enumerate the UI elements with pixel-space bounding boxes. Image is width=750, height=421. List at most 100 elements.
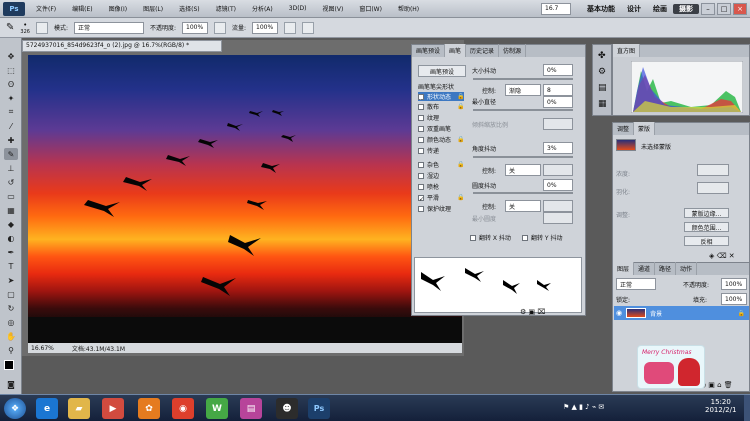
density-field[interactable] <box>697 164 729 176</box>
lock-icon[interactable]: 🔒 <box>457 103 464 110</box>
document-tab[interactable]: 5724937016_854d9623f4_o (2).jpg @ 16.7%(… <box>22 40 222 52</box>
size-jitter-field[interactable]: 0% <box>543 64 573 76</box>
show-desktop-button[interactable] <box>744 395 750 421</box>
lasso-tool-icon[interactable]: ʘ <box>4 78 18 90</box>
invert-button[interactable]: 反相 <box>684 236 729 246</box>
angle-jitter-slider[interactable] <box>473 156 573 158</box>
mask-edge-button[interactable]: 蒙版边缘... <box>684 208 729 218</box>
hand-tool-icon[interactable]: ✋ <box>4 330 18 342</box>
workspace-design[interactable]: 设计 <box>621 4 647 14</box>
type-tool-icon[interactable]: T <box>4 260 18 272</box>
menu-help[interactable]: 帮助(H) <box>393 4 424 13</box>
min-diameter-slider[interactable] <box>473 109 573 111</box>
menu-analysis[interactable]: 分析(A) <box>247 4 278 13</box>
marquee-tool-icon[interactable]: ⬚ <box>4 64 18 76</box>
qq-icon[interactable]: ☻ <box>276 398 298 419</box>
quick-select-tool-icon[interactable]: ✦ <box>4 92 18 104</box>
wps-icon[interactable]: W <box>206 398 228 419</box>
lock-icon[interactable]: 🔒 <box>457 194 464 201</box>
minimize-button[interactable]: – <box>701 2 715 15</box>
roundness-jitter-slider[interactable] <box>473 192 573 194</box>
tray-icons[interactable]: ⚑ ▲ ▮ ♪ ⌁ ✉ <box>563 403 604 411</box>
mask-footer-icons[interactable]: ◈ ⌫ ✕ <box>709 252 735 260</box>
quick-mask-icon[interactable]: ◙ <box>4 378 18 390</box>
tab-layers[interactable]: 图层 <box>613 262 635 275</box>
menu-layer[interactable]: 图层(L) <box>138 4 168 13</box>
control-select-3[interactable]: 关 <box>505 200 541 212</box>
move-tool-icon[interactable]: ✥ <box>4 50 18 62</box>
brush-option-smoothing[interactable]: ✓ 平滑 <box>418 193 439 203</box>
menu-filter[interactable]: 滤镜(T) <box>211 4 241 13</box>
brush-option-transfer[interactable]: 传递 <box>418 146 439 155</box>
workspace-photography[interactable]: 摄影 <box>673 3 699 14</box>
tab-histogram[interactable]: 直方图 <box>613 44 641 57</box>
ie-icon[interactable]: e <box>36 398 58 419</box>
brush-option-texture[interactable]: 纹理 <box>418 113 439 122</box>
control-select-2[interactable]: 关 <box>505 164 541 176</box>
control-value-2[interactable] <box>543 164 573 176</box>
angle-jitter-field[interactable]: 3% <box>543 142 573 154</box>
brush-panel-footer-icons[interactable]: ⚙ ▣ ⌧ <box>520 308 545 316</box>
pressure-opacity-icon[interactable] <box>214 21 226 34</box>
3d-orbit-tool-icon[interactable]: ◎ <box>4 316 18 328</box>
menu-file[interactable]: 文件(F) <box>31 4 61 13</box>
brush-panel-toggle-icon[interactable] <box>35 21 48 34</box>
lock-icon[interactable]: 🔒 <box>457 136 464 143</box>
workspace-basic[interactable]: 基本功能 <box>581 4 621 14</box>
roundness-jitter-field[interactable]: 0% <box>543 179 573 191</box>
eyedropper-tool-icon[interactable]: ⁄ <box>4 120 18 132</box>
tab-masks[interactable]: 蒙版 <box>634 122 656 135</box>
app-icon[interactable]: ✿ <box>138 398 160 419</box>
flip-x-jitter-toggle[interactable]: 翻转 X 抖动 <box>470 233 511 242</box>
control-select-1[interactable]: 渐隐 <box>505 84 541 96</box>
tilt-scale-field[interactable] <box>543 118 573 130</box>
zoom-tool-icon[interactable]: ⚲ <box>4 344 18 356</box>
foreground-color-swatch[interactable] <box>4 360 14 370</box>
menu-window[interactable]: 窗口(W) <box>354 4 387 13</box>
stamp-tool-icon[interactable]: ⊥ <box>4 162 18 174</box>
brush-size-picker[interactable]: • 326 <box>20 21 30 35</box>
status-zoom[interactable]: 16.67% <box>31 345 54 352</box>
brush-option-noise[interactable]: 杂色 <box>418 160 439 169</box>
fill-field[interactable]: 100% <box>721 293 747 305</box>
tab-channels[interactable]: 通道 <box>634 262 656 275</box>
brush-tool-icon[interactable]: ✎ <box>4 148 18 160</box>
brush-option-scattering[interactable]: 散布 <box>418 102 439 111</box>
start-button[interactable]: ❖ <box>4 398 26 419</box>
layer-opacity-field[interactable]: 100% <box>721 278 747 290</box>
flip-y-jitter-toggle[interactable]: 翻转 Y 抖动 <box>522 233 562 242</box>
3d-rotate-tool-icon[interactable]: ↻ <box>4 302 18 314</box>
menu-3d[interactable]: 3D(D) <box>284 5 312 12</box>
info-icon[interactable]: ▤ <box>598 83 607 93</box>
tab-brush-presets[interactable]: 画笔预设 <box>412 44 446 57</box>
clock[interactable]: 15:20 2012/2/1 <box>705 398 736 414</box>
lock-icon[interactable]: 🔒 <box>457 161 464 168</box>
blend-mode-select[interactable]: 正常 <box>616 278 656 290</box>
workspace-painting[interactable]: 绘画 <box>647 4 673 14</box>
healing-tool-icon[interactable]: ✚ <box>4 134 18 146</box>
close-button[interactable]: × <box>733 2 747 15</box>
image-canvas[interactable] <box>28 55 462 343</box>
pdf-icon[interactable]: ▤ <box>240 398 262 419</box>
flow-field[interactable]: 100% <box>252 21 279 34</box>
zoom-display[interactable]: 16.7 <box>541 2 571 15</box>
media-icon[interactable]: ▶ <box>102 398 124 419</box>
brush-option-tip-shape[interactable]: 画笔笔尖形状 <box>418 82 454 91</box>
ps-icon[interactable]: Ps <box>308 398 330 419</box>
menu-view[interactable]: 视图(V) <box>318 4 349 13</box>
visibility-eye-icon[interactable]: ◉ <box>616 309 622 317</box>
swatches-icon[interactable]: ▦ <box>598 99 607 109</box>
min-roundness-field[interactable] <box>543 212 573 224</box>
mode-select[interactable]: 正常 <box>73 21 144 34</box>
brush-presets-button[interactable]: 画笔预设 <box>418 65 466 77</box>
tab-brush[interactable]: 画笔 <box>445 44 467 57</box>
airbrush-icon[interactable] <box>284 21 297 34</box>
min-diameter-field[interactable]: 0% <box>543 96 573 108</box>
eraser-tool-icon[interactable]: ▭ <box>4 190 18 202</box>
brush-option-dual-brush[interactable]: 双重画笔 <box>418 124 451 133</box>
pressure-size-icon[interactable] <box>302 21 315 34</box>
layer-row-background[interactable]: ◉ 背景 🔒 <box>614 306 749 320</box>
gradient-tool-icon[interactable]: ▦ <box>4 204 18 216</box>
lock-icon[interactable]: 🔒 <box>457 93 464 100</box>
brush-option-color-dynamics[interactable]: 颜色动态 <box>418 135 451 144</box>
